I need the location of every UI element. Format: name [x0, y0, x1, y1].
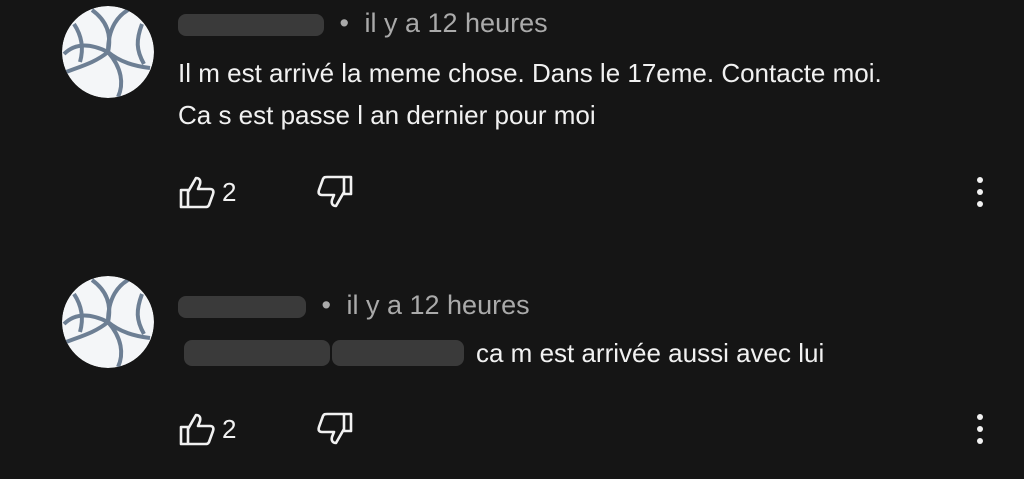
comment-text-line: Il m est arrivé la meme chose. Dans le 1… — [178, 58, 882, 88]
redacted-mention-part — [332, 340, 465, 366]
volleyball-icon — [62, 6, 154, 98]
redacted-mention — [184, 340, 465, 366]
thumb-down-icon — [317, 175, 353, 208]
like-count: 2 — [222, 413, 237, 444]
comments-section: • il y a 12 heures Il m est arrivé la me… — [0, 0, 1024, 479]
avatar[interactable] — [62, 276, 154, 368]
comment-text-line: Ca s est passe l an dernier pour moi — [178, 100, 596, 130]
like-button[interactable]: 2 — [178, 409, 236, 449]
comment-body: Il m est arrivé la meme chose. Dans le 1… — [178, 52, 882, 136]
thumb-up-icon — [179, 413, 215, 446]
like-button[interactable]: 2 — [178, 172, 236, 212]
dislike-button[interactable] — [316, 172, 354, 212]
comment-text: ca m est arrivée aussi avec lui — [476, 338, 825, 368]
dislike-button[interactable] — [316, 409, 354, 449]
avatar[interactable] — [62, 6, 154, 98]
more-options-button[interactable] — [970, 409, 990, 449]
comment-body: ca m est arrivée aussi avec lui — [476, 332, 824, 374]
separator-dot: • — [339, 8, 349, 38]
more-options-button[interactable] — [970, 172, 990, 212]
comment-timestamp: il y a 12 heures — [364, 8, 548, 38]
separator-dot: • — [321, 290, 331, 320]
comment-meta: • il y a 12 heures — [178, 290, 530, 321]
comment-actions: 2 — [178, 409, 1018, 449]
comment-meta: • il y a 12 heures — [178, 8, 548, 39]
comment-timestamp: il y a 12 heures — [346, 290, 530, 320]
thumb-up-icon — [179, 176, 215, 209]
redacted-username — [178, 13, 324, 36]
thumb-down-icon — [317, 412, 353, 445]
more-vertical-icon — [977, 177, 983, 207]
more-vertical-icon — [977, 414, 983, 444]
redacted-mention-part — [184, 340, 330, 366]
comment-actions: 2 — [178, 172, 1018, 212]
volleyball-icon — [62, 276, 154, 368]
redacted-username — [178, 295, 306, 318]
like-count: 2 — [222, 176, 237, 207]
